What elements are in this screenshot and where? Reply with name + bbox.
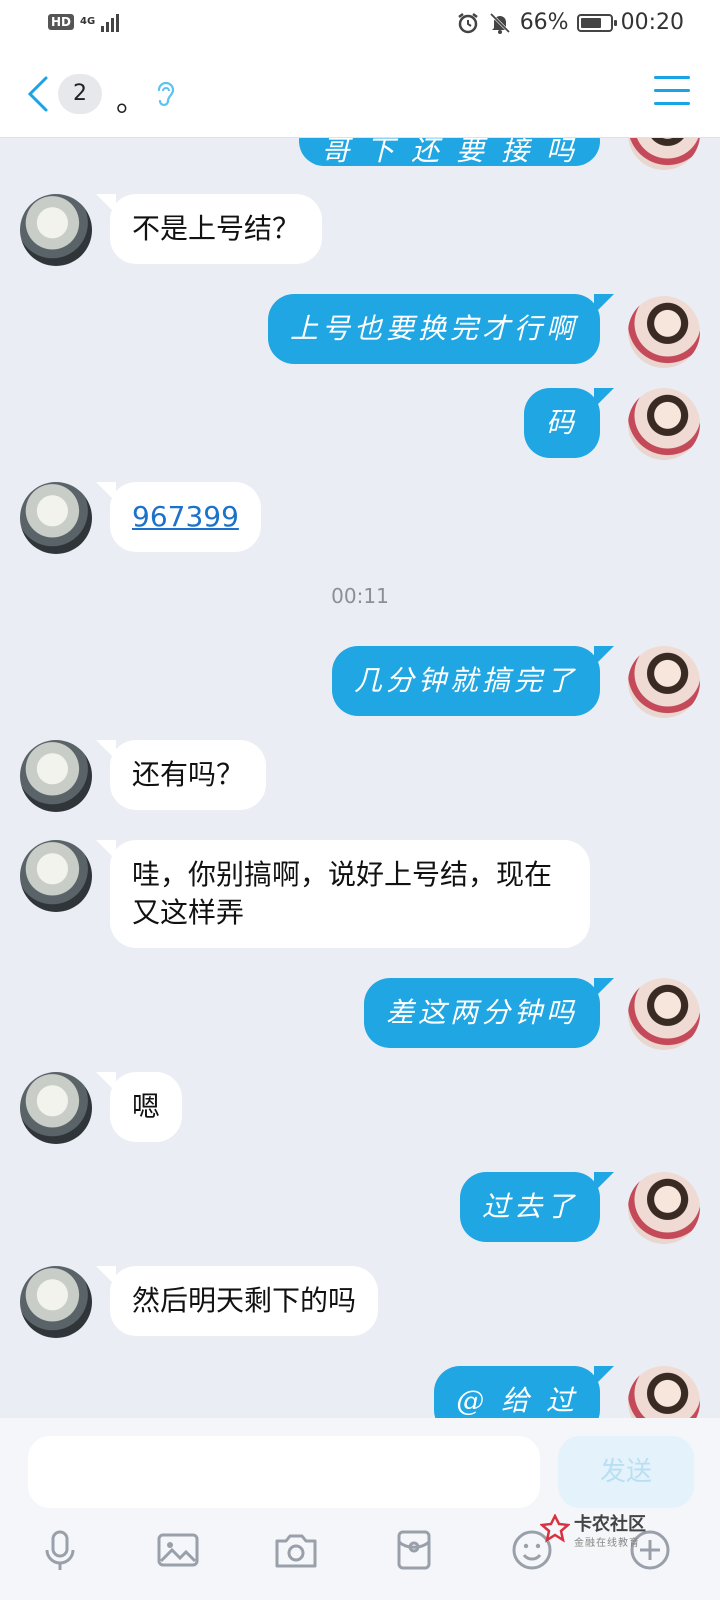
message-bubble-contact[interactable]: 然后明天剩下的吗: [95, 1266, 379, 1336]
message-bubble-me[interactable]: 码: [523, 388, 615, 458]
network-type: 4G: [80, 16, 96, 27]
avatar-contact[interactable]: [20, 194, 92, 266]
signal-icon: [101, 12, 120, 32]
earpiece-mode-icon[interactable]: [154, 78, 176, 108]
unread-count-badge[interactable]: 2: [58, 74, 102, 114]
avatar-contact[interactable]: [20, 740, 92, 812]
red-packet-icon[interactable]: [390, 1526, 438, 1574]
watermark-title: 卡农社区: [574, 1514, 646, 1535]
message-bubble-contact[interactable]: 还有吗？: [95, 740, 267, 810]
mute-bell-icon: [489, 12, 510, 34]
composer-bar: 发送 卡农社区 金融在线教育: [0, 1418, 720, 1600]
avatar-me[interactable]: [628, 646, 700, 718]
avatar-contact[interactable]: [20, 840, 92, 912]
avatar-me[interactable]: [628, 978, 700, 1050]
watermark-subtitle: 金融在线教育: [574, 1538, 640, 1549]
avatar-me[interactable]: [628, 138, 700, 170]
message-timestamp: 00:11: [331, 584, 389, 608]
menu-icon[interactable]: [654, 76, 690, 108]
status-right: 66% 00:20: [456, 10, 684, 35]
battery-percent: 66%: [519, 10, 569, 35]
status-bar: HD 4G 66% 00:20: [0, 0, 720, 48]
status-left: HD 4G: [48, 12, 120, 32]
send-button[interactable]: 发送: [558, 1436, 694, 1508]
clock: 00:20: [620, 10, 684, 35]
camera-icon[interactable]: [272, 1526, 320, 1574]
alarm-icon: [457, 12, 478, 33]
message-bubble-me[interactable]: 差这两分钟吗: [363, 978, 615, 1048]
battery-icon: [576, 13, 617, 32]
chat-header: 2 。: [0, 48, 720, 138]
image-icon[interactable]: [154, 1526, 202, 1574]
message-bubble-me[interactable]: 过去了: [459, 1172, 615, 1242]
avatar-contact[interactable]: [20, 1072, 92, 1144]
message-bubble-contact[interactable]: 嗯: [95, 1072, 183, 1142]
message-bubble-me[interactable]: 几分钟就搞完了: [331, 646, 615, 716]
message-bubble-contact-link[interactable]: 967399: [96, 482, 261, 552]
watermark: 卡农社区 金融在线教育: [540, 1510, 660, 1554]
avatar-me[interactable]: [628, 388, 700, 460]
back-arrow-icon[interactable]: [22, 74, 52, 114]
message-bubble-contact[interactable]: 哇，你别搞啊，说好上号结，现在又这样弄: [96, 840, 590, 948]
message-bubble-contact[interactable]: 不是上号结？: [95, 194, 323, 264]
chat-title: 。: [116, 84, 146, 119]
message-list[interactable]: 哥 下 还 要 接 吗 不是上号结？ 上号也要换完才行啊 码 967399 00…: [0, 138, 720, 1418]
watermark-logo-icon: [540, 1514, 570, 1543]
avatar-contact[interactable]: [20, 482, 92, 554]
message-input[interactable]: [28, 1436, 540, 1508]
message-bubble-me[interactable]: @ 给 过: [434, 1366, 614, 1418]
avatar-me[interactable]: [628, 1366, 700, 1418]
avatar-me[interactable]: [628, 1172, 700, 1244]
mic-icon[interactable]: [36, 1526, 84, 1574]
message-bubble-me[interactable]: 哥 下 还 要 接 吗: [299, 138, 600, 167]
hd-badge: HD: [48, 14, 75, 30]
avatar-me[interactable]: [628, 296, 700, 368]
message-bubble-me[interactable]: 上号也要换完才行啊: [267, 294, 615, 364]
avatar-contact[interactable]: [20, 1266, 92, 1338]
